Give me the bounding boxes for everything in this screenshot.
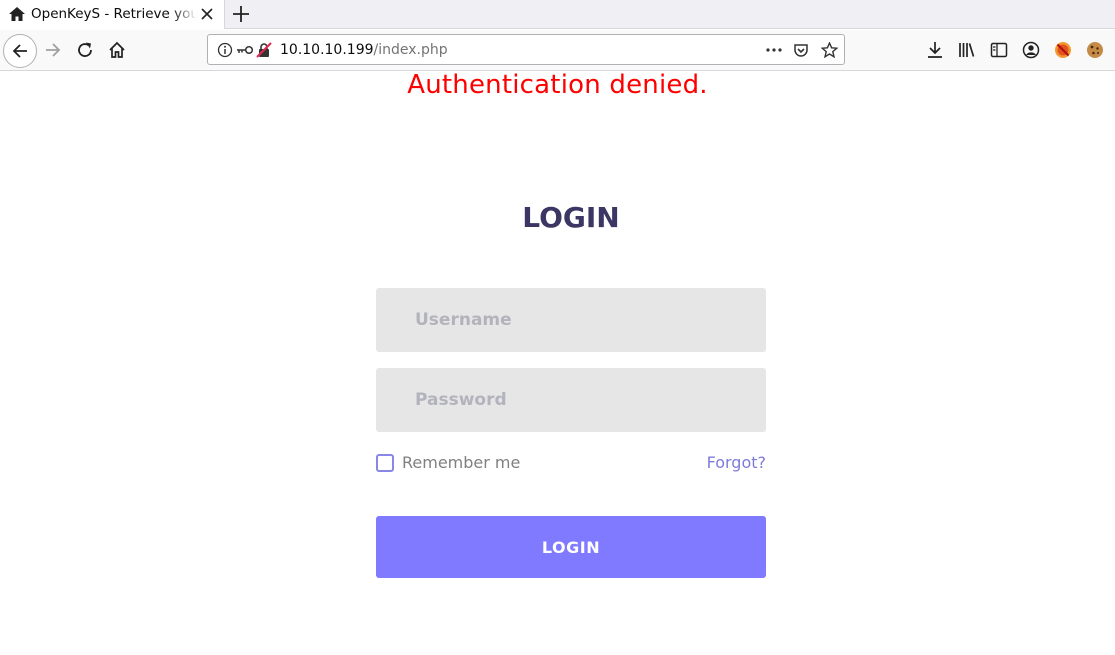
- close-tab-icon[interactable]: [199, 6, 215, 22]
- pocket-icon[interactable]: [793, 42, 809, 58]
- sidebar-icon[interactable]: [989, 40, 1009, 60]
- url-host: 10.10.10.199: [280, 42, 374, 58]
- back-button[interactable]: [3, 34, 37, 68]
- forward-button[interactable]: [43, 40, 63, 60]
- reload-button[interactable]: [75, 40, 95, 60]
- account-icon[interactable]: [1021, 40, 1041, 60]
- login-heading: LOGIN: [522, 201, 620, 234]
- password-input[interactable]: [376, 368, 766, 432]
- login-button[interactable]: LOGIN: [376, 516, 766, 578]
- bookmark-star-icon[interactable]: [821, 42, 838, 58]
- address-bar[interactable]: 10.10.10.199/index.php: [207, 34, 845, 65]
- downloads-icon[interactable]: [925, 40, 945, 60]
- extension-blocked-icon[interactable]: [1053, 40, 1073, 60]
- tab-strip: OpenKeyS - Retrieve your OpenSSH Keys: [0, 0, 1115, 29]
- library-icon[interactable]: [957, 40, 977, 60]
- home-button[interactable]: [107, 40, 127, 60]
- forgot-password-link[interactable]: Forgot?: [686, 453, 766, 472]
- new-tab-icon[interactable]: [231, 4, 251, 24]
- key-icon[interactable]: [236, 42, 254, 58]
- cookie-extension-icon[interactable]: [1085, 40, 1105, 60]
- home-icon: [109, 41, 125, 58]
- tab-title: OpenKeyS - Retrieve your OpenSSH Keys: [31, 6, 197, 22]
- home-favicon-icon: [9, 7, 25, 21]
- page-actions-icon[interactable]: [765, 43, 783, 57]
- navigation-toolbar: 10.10.10.199/index.php: [0, 30, 1115, 71]
- browser-tab[interactable]: OpenKeyS - Retrieve your OpenSSH Keys: [0, 0, 225, 29]
- remember-me-checkbox[interactable]: [376, 453, 394, 472]
- reload-icon: [78, 42, 92, 57]
- url-path: /index.php: [373, 42, 448, 58]
- forward-arrow-icon: [46, 43, 61, 57]
- authentication-error-message: Authentication denied.: [407, 70, 708, 100]
- info-icon[interactable]: [217, 42, 233, 58]
- url-text[interactable]: 10.10.10.199/index.php: [280, 42, 448, 58]
- username-input[interactable]: [376, 288, 766, 352]
- back-arrow-icon: [12, 44, 27, 58]
- remember-me-toggle[interactable]: Remember me: [376, 453, 520, 472]
- insecure-lock-icon[interactable]: [256, 42, 272, 58]
- remember-me-label: Remember me: [402, 453, 521, 472]
